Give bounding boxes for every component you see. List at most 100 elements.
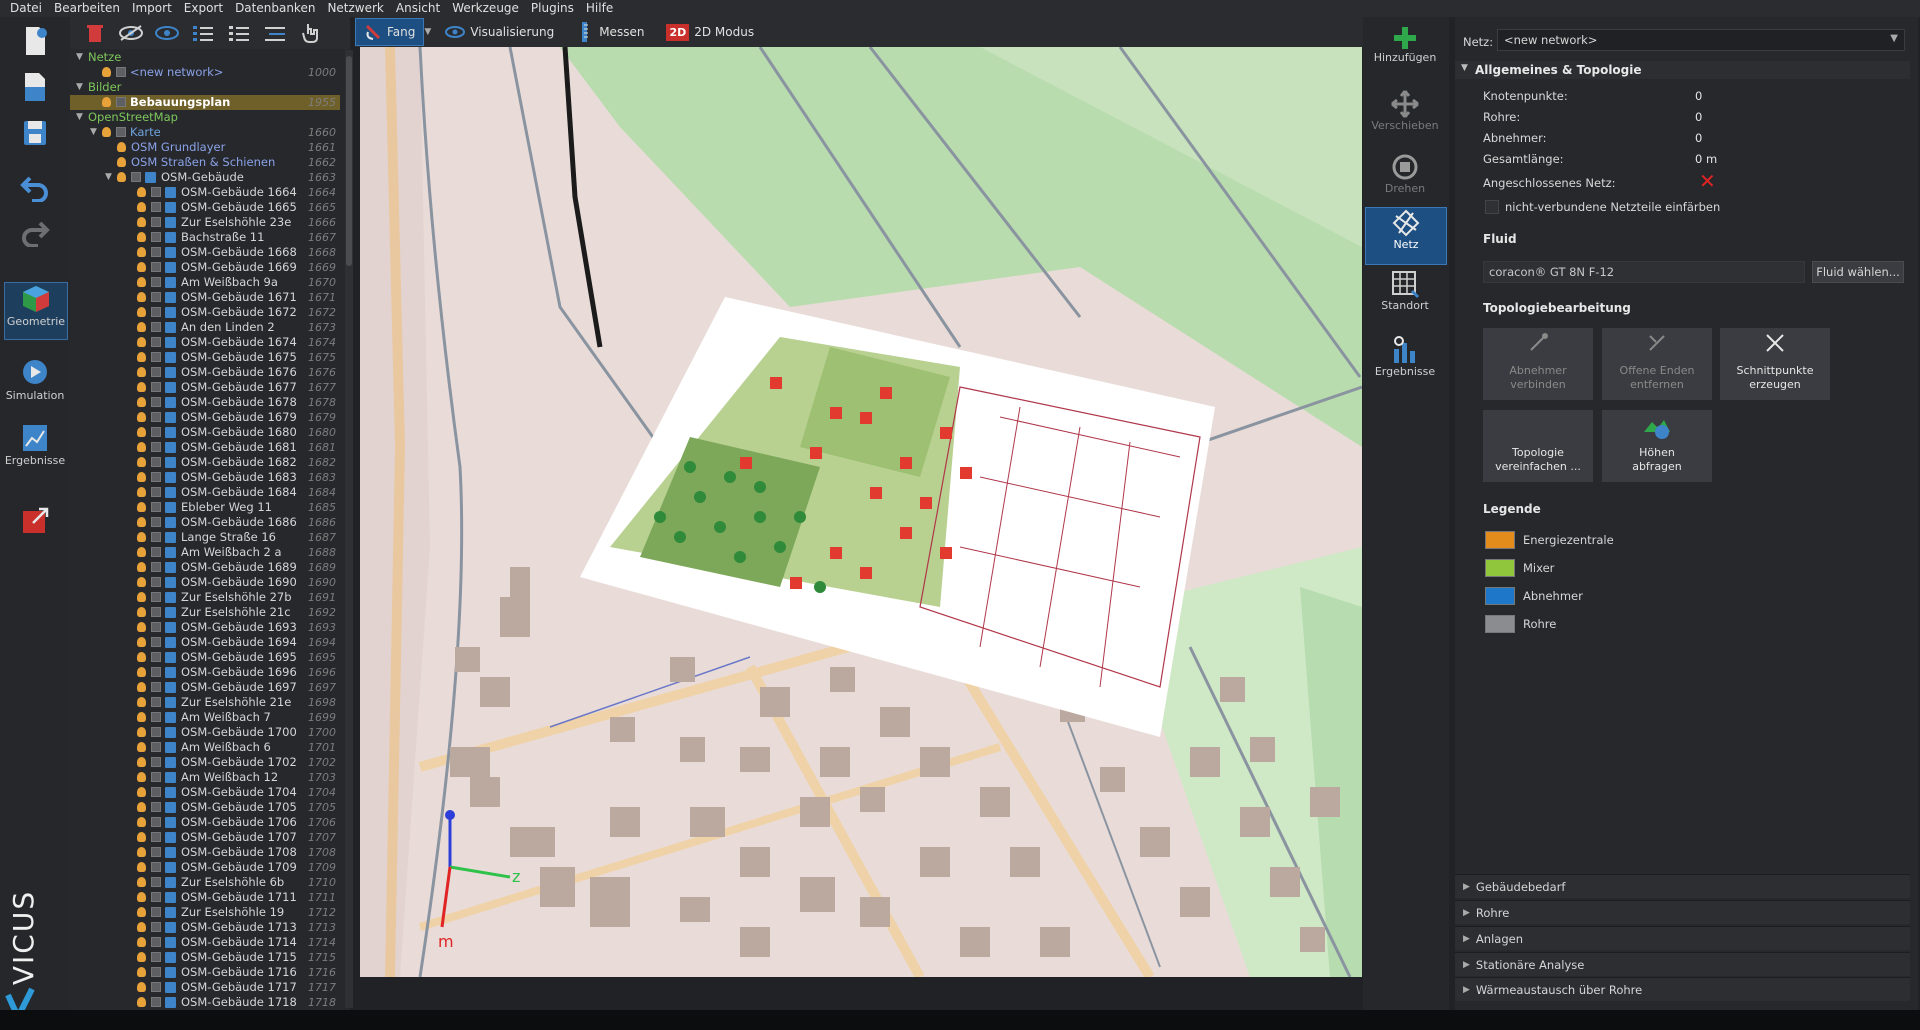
tree-item[interactable]: OSM-Gebäude 1676 1676	[70, 365, 340, 380]
tree-item[interactable]: OSM-Gebäude 1679 1679	[70, 410, 340, 425]
lightbulb-icon[interactable]	[137, 847, 146, 857]
tree-item[interactable]: Bebauungsplan 1955	[70, 95, 340, 110]
checkbox-icon[interactable]	[151, 247, 161, 257]
lightbulb-icon[interactable]	[137, 787, 146, 797]
tree-item[interactable]: OSM-Gebäude 1707 1707	[70, 830, 340, 845]
visualisierung-button[interactable]: Visualisierung	[437, 19, 562, 45]
lightbulb-icon[interactable]	[137, 262, 146, 272]
lightbulb-icon[interactable]	[137, 547, 146, 557]
select-all-button[interactable]	[190, 21, 216, 45]
tree-item[interactable]: OSM-Gebäude 1706 1706	[70, 815, 340, 830]
checkbox-icon[interactable]	[151, 667, 161, 677]
lightbulb-icon[interactable]	[117, 157, 126, 167]
checkbox-icon[interactable]	[151, 517, 161, 527]
checkbox-icon[interactable]	[151, 382, 161, 392]
lightbulb-icon[interactable]	[117, 142, 126, 152]
tree-item[interactable]: OSM-Gebäude 1677 1677	[70, 380, 340, 395]
tree-item[interactable]: OSM-Gebäude 1683 1683	[70, 470, 340, 485]
tree-item[interactable]: ▼ Karte 1660	[70, 125, 340, 140]
lightbulb-icon[interactable]	[137, 337, 146, 347]
checkbox-icon[interactable]	[151, 727, 161, 737]
tree-item[interactable]: OSM-Gebäude 1690 1690	[70, 575, 340, 590]
checkbox-icon[interactable]	[151, 862, 161, 872]
checkbox-icon[interactable]	[151, 952, 161, 962]
lightbulb-icon[interactable]	[137, 667, 146, 677]
lightbulb-icon[interactable]	[137, 247, 146, 257]
lightbulb-icon[interactable]	[102, 67, 111, 77]
netz-select[interactable]: <new network> ▼	[1497, 29, 1905, 51]
lightbulb-icon[interactable]	[137, 307, 146, 317]
checkbox-icon[interactable]	[151, 262, 161, 272]
lightbulb-icon[interactable]	[137, 202, 146, 212]
tree-item[interactable]: Am Weißbach 7 1699	[70, 710, 340, 725]
checkbox-icon[interactable]	[151, 427, 161, 437]
tree-item[interactable]: Zur Eselshöhle 21c 1692	[70, 605, 340, 620]
simulation-button[interactable]: Simulation	[4, 357, 66, 413]
lightbulb-icon[interactable]	[137, 592, 146, 602]
tree-item[interactable]: OSM-Gebäude 1708 1708	[70, 845, 340, 860]
tree-item[interactable]: OSM-Gebäude 1702 1702	[70, 755, 340, 770]
tree-item[interactable]: Zur Eselshöhle 19 1712	[70, 905, 340, 920]
checkbox-icon[interactable]	[151, 502, 161, 512]
checkbox-icon[interactable]	[151, 532, 161, 542]
tree-item[interactable]: OSM-Gebäude 1696 1696	[70, 665, 340, 680]
ergebnisse-button[interactable]: Ergebnisse	[4, 422, 66, 478]
lightbulb-icon[interactable]	[137, 652, 146, 662]
menu-ansicht[interactable]: Ansicht	[390, 0, 446, 17]
tree-item[interactable]: OSM-Gebäude 1715 1715	[70, 950, 340, 965]
lightbulb-icon[interactable]	[137, 637, 146, 647]
schnittpunkte-button[interactable]: Schnittpunkte erzeugen	[1720, 328, 1830, 400]
lightbulb-icon[interactable]	[137, 367, 146, 377]
tree-item[interactable]: OSM-Gebäude 1714 1714	[70, 935, 340, 950]
tree-item[interactable]: OSM-Gebäude 1705 1705	[70, 800, 340, 815]
einfaerben-checkbox[interactable]	[1485, 200, 1499, 214]
checkbox-icon[interactable]	[151, 412, 161, 422]
tree-scrollbar-thumb[interactable]	[346, 56, 352, 266]
lightbulb-icon[interactable]	[137, 817, 146, 827]
tree-item[interactable]: OSM-Gebäude 1671 1671	[70, 290, 340, 305]
tree-item[interactable]: Bachstraße 11 1667	[70, 230, 340, 245]
checkbox-icon[interactable]	[151, 772, 161, 782]
rohre-section[interactable]: ▶ Rohre	[1455, 900, 1910, 924]
tree-scrollbar[interactable]	[345, 50, 353, 1008]
open-file-button[interactable]	[4, 71, 66, 107]
checkbox-icon[interactable]	[116, 97, 126, 107]
tree-item[interactable]: Am Weißbach 9a 1670	[70, 275, 340, 290]
tree-item[interactable]: OSM-Gebäude 1678 1678	[70, 395, 340, 410]
tree-item[interactable]: Lange Straße 16 1687	[70, 530, 340, 545]
lightbulb-icon[interactable]	[137, 607, 146, 617]
checkbox-icon[interactable]	[151, 682, 161, 692]
verschieben-button[interactable]: Verschieben	[1365, 89, 1445, 145]
checkbox-icon[interactable]	[151, 787, 161, 797]
menu-hilfe[interactable]: Hilfe	[580, 0, 619, 17]
lightbulb-icon[interactable]	[137, 952, 146, 962]
tree-item[interactable]: Zur Eselshöhle 6b 1710	[70, 875, 340, 890]
tree-item[interactable]: OSM-Gebäude 1700 1700	[70, 725, 340, 740]
tree-item[interactable]: OSM-Gebäude 1713 1713	[70, 920, 340, 935]
2d-modus-button[interactable]: 2D 2D Modus	[658, 19, 762, 45]
lightbulb-icon[interactable]	[137, 457, 146, 467]
menu-plugins[interactable]: Plugins	[525, 0, 580, 17]
lightbulb-icon[interactable]	[137, 187, 146, 197]
save-button[interactable]	[4, 117, 66, 153]
lightbulb-icon[interactable]	[137, 922, 146, 932]
lightbulb-icon[interactable]	[137, 622, 146, 632]
lightbulb-icon[interactable]	[117, 172, 126, 182]
lightbulb-icon[interactable]	[137, 832, 146, 842]
tree-item[interactable]: OSM-Gebäude 1693 1693	[70, 620, 340, 635]
lightbulb-icon[interactable]	[137, 532, 146, 542]
checkbox-icon[interactable]	[151, 637, 161, 647]
tree-item[interactable]: OSM-Gebäude 1695 1695	[70, 650, 340, 665]
tree-item[interactable]: OSM-Gebäude 1704 1704	[70, 785, 340, 800]
lightbulb-icon[interactable]	[137, 877, 146, 887]
checkbox-icon[interactable]	[151, 307, 161, 317]
general-section-header[interactable]: ▼ Allgemeines & Topologie	[1455, 61, 1910, 79]
lightbulb-icon[interactable]	[137, 742, 146, 752]
tree-item[interactable]: Zur Eselshöhle 21e 1698	[70, 695, 340, 710]
lightbulb-icon[interactable]	[137, 427, 146, 437]
checkbox-icon[interactable]	[151, 847, 161, 857]
checkbox-icon[interactable]	[151, 997, 161, 1007]
menu-export[interactable]: Export	[178, 0, 229, 17]
checkbox-icon[interactable]	[151, 217, 161, 227]
checkbox-icon[interactable]	[151, 187, 161, 197]
